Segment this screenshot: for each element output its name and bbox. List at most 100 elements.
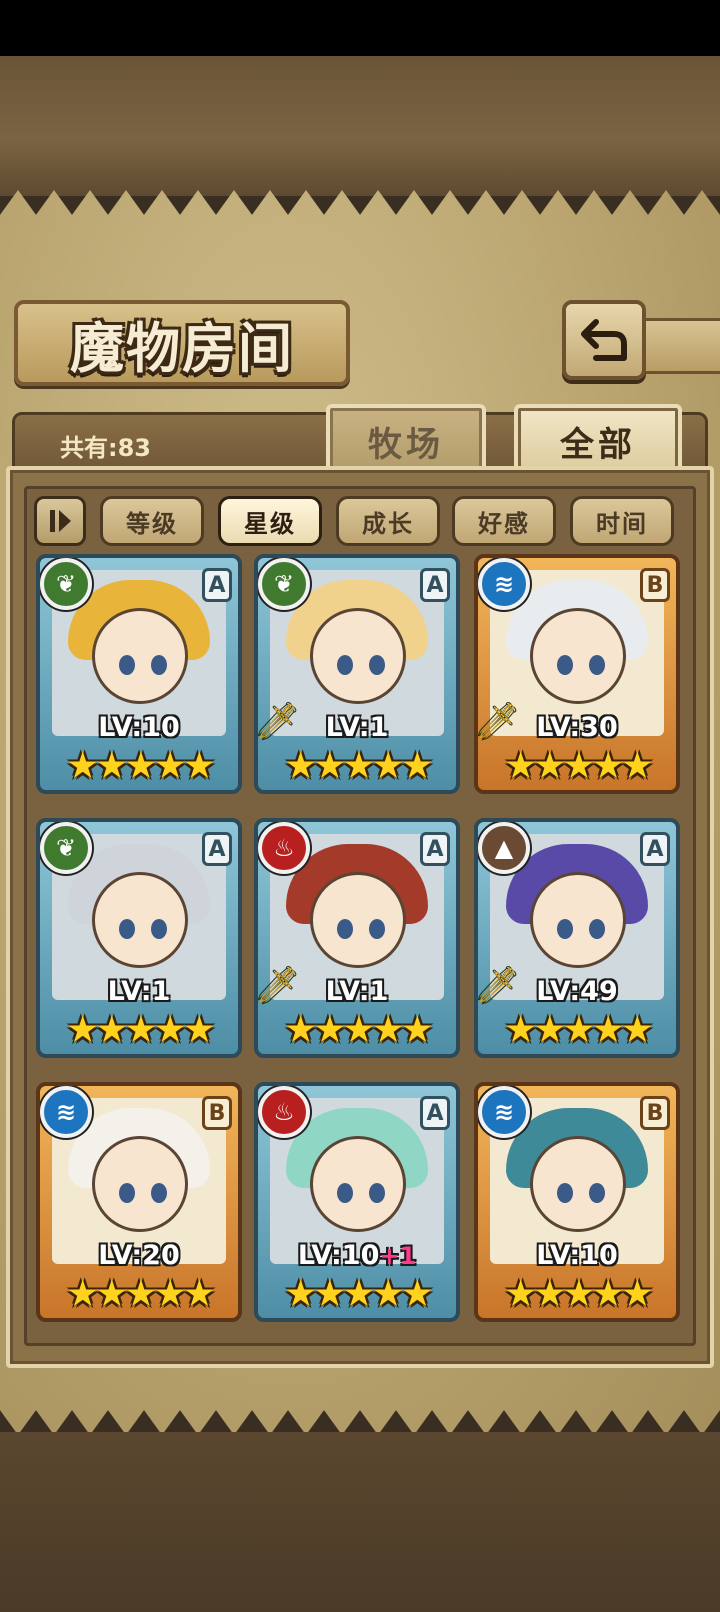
star-icon: ★ [284,744,317,787]
star-icon: ★ [124,744,157,787]
monster-eye [589,655,605,675]
monster-eye [337,655,353,675]
monster-eye [119,919,135,939]
star-icon: ★ [95,1008,128,1051]
nature-element-icon: ❦ [40,558,92,610]
monster-face [310,608,406,704]
fire-element-icon: ♨ [258,1086,310,1138]
back-button-tail [640,318,720,374]
star-icon: ★ [66,1008,99,1051]
monster-eye [151,919,167,939]
title-plate: 魔物房间 [14,300,350,386]
rank-badge: A [640,832,670,866]
rank-badge: A [420,832,450,866]
star-icon: ★ [620,744,654,787]
star-icon: ★ [182,1008,216,1051]
star-icon: ★ [620,1008,654,1051]
star-icon: ★ [153,1008,187,1051]
water-element-icon: ≋ [478,1086,530,1138]
star-icon: ★ [504,1272,537,1315]
sort-by-stars[interactable]: 星级 [218,496,322,546]
monster-level: LV:1 [107,976,171,1007]
star-icon: ★ [591,1008,625,1051]
star-rating: ★★★★★ [40,1272,238,1315]
star-icon: ★ [400,744,434,787]
star-icon: ★ [620,1272,654,1315]
monster-level: LV:1 [325,976,389,1007]
star-icon: ★ [533,1008,566,1051]
monster-eye [557,919,573,939]
star-icon: ★ [313,1008,346,1051]
sort-by-affection[interactable]: 好感 [452,496,556,546]
star-rating: ★★★★★ [258,744,456,787]
back-button[interactable] [562,300,646,380]
map-background-top [0,56,720,196]
monster-card[interactable]: ≋ B LV:10 ★★★★★ [474,1082,680,1322]
monster-face [92,1136,188,1232]
monster-count: 共有:83 [60,434,151,462]
water-element-icon: ≋ [40,1086,92,1138]
nature-element-icon: ❦ [258,558,310,610]
monster-card[interactable]: ≋ B LV:20 ★★★★★ [36,1082,242,1322]
monster-eye [369,1183,385,1203]
star-icon: ★ [504,744,537,787]
star-icon: ★ [284,1272,317,1315]
monster-eye [119,1183,135,1203]
monster-level: LV:49 [536,976,618,1007]
star-icon: ★ [182,1272,216,1315]
monster-card[interactable]: ♨ A 🗡 LV:1 ★★★★★ [254,818,460,1058]
rank-badge: B [202,1096,232,1130]
star-icon: ★ [504,1008,537,1051]
rank-badge: A [420,568,450,602]
monster-face [310,872,406,968]
level-bonus: +1 [379,1242,417,1270]
star-icon: ★ [533,744,566,787]
sort-order-icon [50,510,71,532]
star-icon: ★ [95,1272,128,1315]
star-icon: ★ [591,1272,625,1315]
monster-card[interactable]: ≋ B 🗡 LV:30 ★★★★★ [474,554,680,794]
sort-order-toggle[interactable] [34,496,86,546]
star-rating: ★★★★★ [40,1008,238,1051]
star-icon: ★ [124,1272,157,1315]
star-icon: ★ [342,744,375,787]
monster-level: LV:10 [536,1240,618,1271]
star-rating: ★★★★★ [478,1008,676,1051]
page-title: 魔物房间 [70,315,294,380]
nature-element-icon: ❦ [40,822,92,874]
monster-face [530,872,626,968]
monster-eye [557,655,573,675]
monster-level: LV:20 [98,1240,180,1271]
monster-card[interactable]: ❦ A LV:1 ★★★★★ [36,818,242,1058]
fire-element-icon: ♨ [258,822,310,874]
monster-eye [151,655,167,675]
monster-eye [337,1183,353,1203]
sort-by-growth[interactable]: 成长 [336,496,440,546]
star-icon: ★ [591,744,625,787]
sort-by-time[interactable]: 时间 [570,496,674,546]
monster-eye [151,1183,167,1203]
monster-face [530,1136,626,1232]
earth-element-icon: ▲ [478,822,530,874]
star-icon: ★ [342,1008,375,1051]
monster-card[interactable]: ❦ A 🗡 LV:1 ★★★★★ [254,554,460,794]
monster-card[interactable]: ❦ A LV:10 ★★★★★ [36,554,242,794]
star-icon: ★ [562,1272,595,1315]
monster-eye [337,919,353,939]
star-icon: ★ [533,1272,566,1315]
monster-card[interactable]: ▲ A 🗡 LV:49 ★★★★★ [474,818,680,1058]
monster-eye [589,1183,605,1203]
back-arrow-icon [581,319,627,361]
star-rating: ★★★★★ [478,1272,676,1315]
water-element-icon: ≋ [478,558,530,610]
star-icon: ★ [182,744,216,787]
star-icon: ★ [124,1008,157,1051]
monster-level: LV:30 [536,712,618,743]
sort-by-level[interactable]: 等级 [100,496,204,546]
star-icon: ★ [153,1272,187,1315]
star-icon: ★ [66,744,99,787]
star-icon: ★ [342,1272,375,1315]
status-bar [0,0,720,56]
star-icon: ★ [371,1008,405,1051]
monster-card[interactable]: ♨ A LV:10+1 ★★★★★ [254,1082,460,1322]
